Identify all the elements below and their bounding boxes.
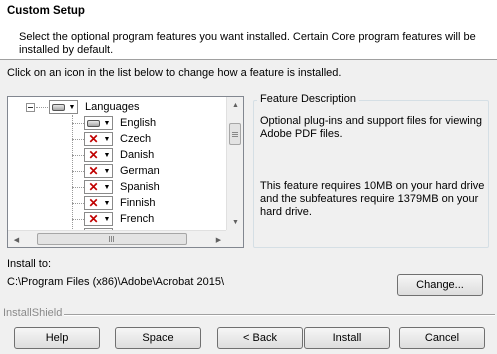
tree-item-spanish-label: Spanish — [120, 181, 160, 193]
scroll-up-arrow-icon[interactable]: ▲ — [227, 97, 243, 114]
space-button[interactable]: Space — [115, 327, 201, 349]
dropdown-arrow-icon: ▼ — [103, 183, 111, 191]
grip-line — [232, 134, 238, 135]
grip-line — [111, 236, 112, 242]
vertical-scrollbar[interactable]: ▲ ▼ — [226, 97, 243, 231]
red-x-icon: ✕ — [88, 212, 99, 226]
header-description: Select the optional program features you… — [19, 31, 476, 56]
finnish-feature-button[interactable]: ✕ ▼ — [84, 196, 113, 210]
install-button[interactable]: Install — [304, 327, 390, 349]
page-title: Custom Setup — [7, 5, 85, 17]
change-button[interactable]: Change... — [397, 274, 483, 296]
feature-size-text: This feature requires 10MB on your hard … — [260, 180, 485, 218]
tree-connector — [72, 139, 84, 140]
red-x-icon: ✕ — [88, 196, 99, 210]
grip-line — [109, 236, 110, 242]
tree-connector — [72, 219, 84, 220]
english-feature-button[interactable]: ▼ — [84, 116, 113, 130]
vertical-scroll-thumb[interactable] — [229, 123, 241, 145]
hard-drive-icon — [85, 117, 102, 129]
horizontal-scroll-thumb[interactable] — [37, 233, 187, 245]
help-button[interactable]: Help — [14, 327, 100, 349]
scrollbar-corner — [226, 230, 243, 247]
tree-item-danish-label: Danish — [120, 149, 155, 161]
collapse-toggle[interactable] — [26, 103, 35, 112]
install-path: C:\Program Files (x86)\Adobe\Acrobat 201… — [7, 276, 225, 288]
red-x-icon: ✕ — [88, 148, 99, 162]
danish-feature-button[interactable]: ✕ ▼ — [84, 148, 113, 162]
tree-item-languages-label: Languages — [85, 101, 140, 113]
dropdown-arrow-icon: ▼ — [103, 215, 111, 223]
feature-description-text: Optional plug-ins and support files for … — [260, 115, 482, 140]
scroll-right-arrow-icon[interactable]: ▶ — [210, 231, 227, 247]
tree-item-finnish-label: Finnish — [120, 197, 156, 209]
tree-item-english-label: English — [120, 117, 157, 129]
cancel-button[interactable]: Cancel — [399, 327, 485, 349]
dropdown-arrow-icon: ▼ — [103, 167, 111, 175]
instruction-text: Click on an icon in the list below to ch… — [7, 67, 342, 79]
horizontal-scrollbar[interactable]: ◀ ▶ — [8, 230, 227, 247]
tree-connector — [72, 155, 84, 156]
dropdown-arrow-icon: ▼ — [103, 135, 111, 143]
dropdown-arrow-icon: ▼ — [103, 151, 111, 159]
feature-tree[interactable]: ▼ Languages ▼ English ✕ ▼ Czech ✕ ▼ Dani… — [7, 96, 244, 248]
german-feature-button[interactable]: ✕ ▼ — [84, 164, 113, 178]
dropdown-arrow-icon: ▼ — [68, 103, 76, 111]
back-button[interactable]: < Back — [217, 327, 303, 349]
dropdown-arrow-icon: ▼ — [103, 119, 111, 127]
tree-connector — [72, 187, 84, 188]
scroll-left-arrow-icon[interactable]: ◀ — [8, 231, 25, 247]
dropdown-arrow-icon: ▼ — [103, 199, 111, 207]
header-panel: Custom Setup Select the optional program… — [0, 0, 497, 60]
tree-connector — [72, 203, 84, 204]
feature-tree-viewport: ▼ Languages ▼ English ✕ ▼ Czech ✕ ▼ Dani… — [8, 97, 227, 231]
feature-description-legend: Feature Description — [257, 93, 359, 105]
scroll-down-arrow-icon[interactable]: ▼ — [227, 214, 243, 231]
red-x-icon: ✕ — [88, 180, 99, 194]
grip-line — [232, 136, 238, 137]
tree-item-german-label: German — [120, 165, 160, 177]
footer-divider-highlight — [64, 315, 495, 316]
spanish-feature-button[interactable]: ✕ ▼ — [84, 180, 113, 194]
installshield-brand: InstallShield — [3, 307, 63, 319]
languages-feature-button[interactable]: ▼ — [49, 100, 78, 114]
grip-line — [232, 132, 238, 133]
grip-line — [113, 236, 114, 242]
french-feature-button[interactable]: ✕ ▼ — [84, 212, 113, 226]
tree-item-french-label: French — [120, 213, 155, 225]
czech-feature-button[interactable]: ✕ ▼ — [84, 132, 113, 146]
hard-drive-icon — [50, 101, 67, 113]
install-to-label: Install to: — [7, 258, 52, 270]
tree-connector — [72, 115, 73, 231]
tree-connector — [72, 171, 84, 172]
red-x-icon: ✕ — [88, 132, 99, 146]
red-x-icon: ✕ — [88, 164, 99, 178]
tree-connector — [72, 123, 84, 124]
tree-item-czech-label: Czech — [120, 133, 152, 145]
